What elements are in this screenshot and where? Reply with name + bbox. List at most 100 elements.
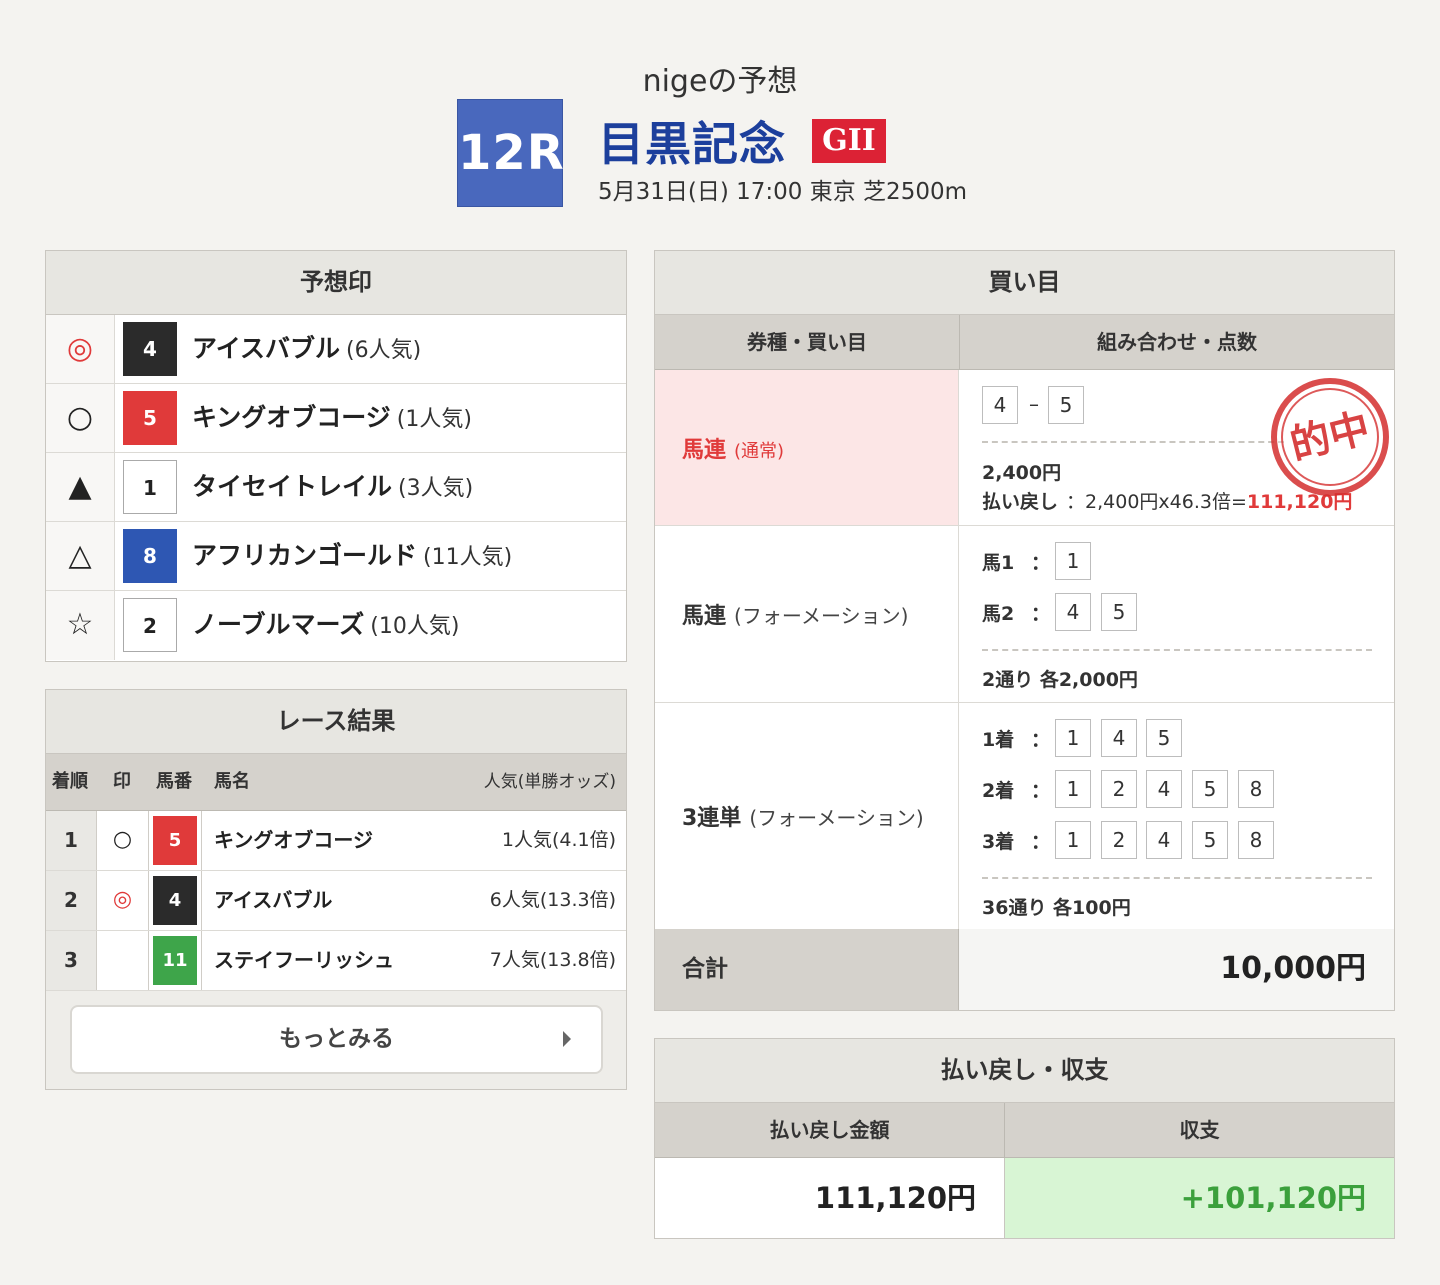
col-balance: 収支 <box>1179 1118 1220 1142</box>
popularity: (11人気) <box>423 545 513 570</box>
race-number-badge: 12R <box>457 99 564 207</box>
divider <box>982 649 1372 651</box>
divider <box>982 441 1284 443</box>
result-row: 1 ○ 5 キングオブコージ 1人気(4.1倍) <box>46 811 626 871</box>
predictor-title: nigeの予想 <box>642 64 798 99</box>
horse-number-box: 5 <box>1101 593 1137 631</box>
bet-row: 馬連 (通常) 4 – 5 2,400円 払い戻し ：2,400円x46.3倍=11… <box>655 370 1394 526</box>
bet-subtype: (通常) <box>734 440 785 462</box>
horse-number-box: 1 <box>1055 770 1091 808</box>
popularity: (6人気) <box>346 338 422 363</box>
more-button-label: もっとみる <box>279 1026 394 1052</box>
col-bet-type: 券種・買い目 <box>747 330 867 354</box>
tanana-mark-icon: ▲ <box>46 453 115 521</box>
bet-subtype: (フォーメーション) <box>734 604 909 628</box>
horse-number-box: 1 <box>1055 542 1091 580</box>
prediction-panel: 予想印 ◎ 4 アイスバブル (6人気) ○ 5 キングオブコージ (1人気) ▲ … <box>45 250 627 662</box>
prediction-row: ◎ 4 アイスバブル (6人気) <box>46 315 626 384</box>
race-name: 目黒記念 <box>598 117 786 171</box>
leg-colon: ： <box>1031 552 1051 574</box>
col-payout-amount: 払い戻し金額 <box>655 1103 1005 1157</box>
divider <box>982 877 1372 879</box>
leg-colon: ： <box>1031 780 1051 802</box>
grade-badge: GII <box>812 119 886 163</box>
horse-number-badge: 4 <box>123 322 177 376</box>
horse-number-badge: 2 <box>123 598 177 652</box>
prediction-row: ▲ 1 タイセイトレイル (3人気) <box>46 453 626 522</box>
horse-name[interactable]: アイスバブル <box>192 334 340 363</box>
leg-label: 1着 <box>982 729 1015 751</box>
horse-number-box: 1 <box>1055 719 1091 757</box>
horse-number-box: 5 <box>1192 821 1228 859</box>
horse-number-box: 4 <box>982 386 1018 424</box>
more-button[interactable]: もっとみる <box>70 1005 603 1074</box>
result-row: 3 11 ステイフーリッシュ 7人気(13.8倍) <box>46 931 626 991</box>
bets-panel: 買い目 券種・買い目 組み合わせ・点数 馬連 (通常) 4 – 5 2,400円 … <box>654 250 1395 1011</box>
horse-name[interactable]: キングオブコージ <box>214 811 373 869</box>
horse-name[interactable]: ノーブルマーズ <box>192 610 364 639</box>
horse-name[interactable]: タイセイトレイル <box>192 472 392 501</box>
horse-name[interactable]: アイスバブル <box>214 871 332 929</box>
prediction-row: ○ 5 キングオブコージ (1人気) <box>46 384 626 453</box>
bet-type: 馬連 <box>682 437 727 463</box>
payout-panel-title: 払い戻し・収支 <box>655 1039 1394 1103</box>
bets-panel-title: 買い目 <box>655 251 1394 315</box>
race-result-title: レース結果 <box>46 690 626 754</box>
payout-values: 111,120円 +101,120円 <box>655 1158 1394 1238</box>
leg-colon: ： <box>1031 603 1051 625</box>
bet-type: 3連単 <box>682 806 742 831</box>
bet-type: 馬連 <box>682 604 727 629</box>
horse-number-box: 4 <box>1055 593 1091 631</box>
hit-stamp-icon: 的中 <box>1271 378 1389 496</box>
total-value: 10,000円 <box>1220 951 1366 986</box>
payout-amount: 111,120円 <box>814 1181 976 1215</box>
finish-rank: 2 <box>46 871 97 930</box>
horse-name[interactable]: ステイフーリッシュ <box>214 931 394 989</box>
horse-number-box: 5 <box>1192 770 1228 808</box>
leg-label: 馬1 <box>982 552 1015 574</box>
bet-row: 3連単 (フォーメーション) 1着 ： 1 4 5 2着 ： 1 2 4 5 8 … <box>655 703 1394 930</box>
horse-number-badge: 11 <box>153 936 197 985</box>
bet-summary: 2通り 各2,000円 <box>982 669 1138 691</box>
horse-number-box: 5 <box>1048 386 1084 424</box>
horse-number-box: 8 <box>1238 821 1274 859</box>
col-number: 馬番 <box>156 771 192 792</box>
horse-number-box: 1 <box>1055 821 1091 859</box>
result-table-header: 着順 印 馬番 馬名 人気(単勝オッズ) <box>46 754 626 811</box>
payout-label: 払い戻し <box>982 491 1059 513</box>
bet-amount: 2,400円 <box>982 462 1062 484</box>
horse-name[interactable]: アフリカンゴールド <box>192 541 417 570</box>
leg-label: 2着 <box>982 780 1015 802</box>
horse-number-box: 4 <box>1101 719 1137 757</box>
horse-name[interactable]: キングオブコージ <box>192 403 391 432</box>
horse-number-badge: 8 <box>123 529 177 583</box>
payout-panel: 払い戻し・収支 払い戻し金額 収支 111,120円 +101,120円 <box>654 1038 1395 1239</box>
hit-stamp-text: 的中 <box>1285 404 1375 469</box>
race-info: 5月31日(日) 17:00 東京 芝2500m <box>598 179 967 205</box>
chevron-right-icon <box>563 1031 571 1047</box>
col-combination: 組み合わせ・点数 <box>959 315 1394 369</box>
result-row: 2 ◎ 4 アイスバブル 6人気(13.3倍) <box>46 871 626 931</box>
combo-separator: – <box>1029 392 1039 416</box>
finish-rank: 1 <box>46 811 97 870</box>
leg-colon: ： <box>1031 831 1051 853</box>
horse-number-badge: 5 <box>123 391 177 445</box>
taikou-mark-icon: ○ <box>46 384 115 452</box>
horse-number-box: 5 <box>1146 719 1182 757</box>
leg-colon: ： <box>1031 729 1051 751</box>
popularity-odds: 6人気(13.3倍) <box>489 889 616 911</box>
finish-rank: 3 <box>46 931 97 990</box>
bets-table-header: 券種・買い目 組み合わせ・点数 <box>655 315 1394 370</box>
popularity: (1人気) <box>396 407 472 432</box>
horse-number-box: 4 <box>1146 821 1182 859</box>
honmei-mark-icon: ◎ <box>97 871 149 930</box>
horse-number-box: 8 <box>1238 770 1274 808</box>
total-label: 合計 <box>682 956 728 982</box>
taikou-mark-icon: ○ <box>97 811 149 870</box>
col-popularity: 人気(単勝オッズ) <box>483 772 616 792</box>
empty-mark <box>97 931 149 990</box>
bet-subtype: (フォーメーション) <box>749 806 924 830</box>
prediction-row: △ 8 アフリカンゴールド (11人気) <box>46 522 626 591</box>
race-result-panel: レース結果 着順 印 馬番 馬名 人気(単勝オッズ) 1 ○ 5 キングオブコー… <box>45 689 627 1090</box>
honmei-mark-icon: ◎ <box>46 315 115 383</box>
